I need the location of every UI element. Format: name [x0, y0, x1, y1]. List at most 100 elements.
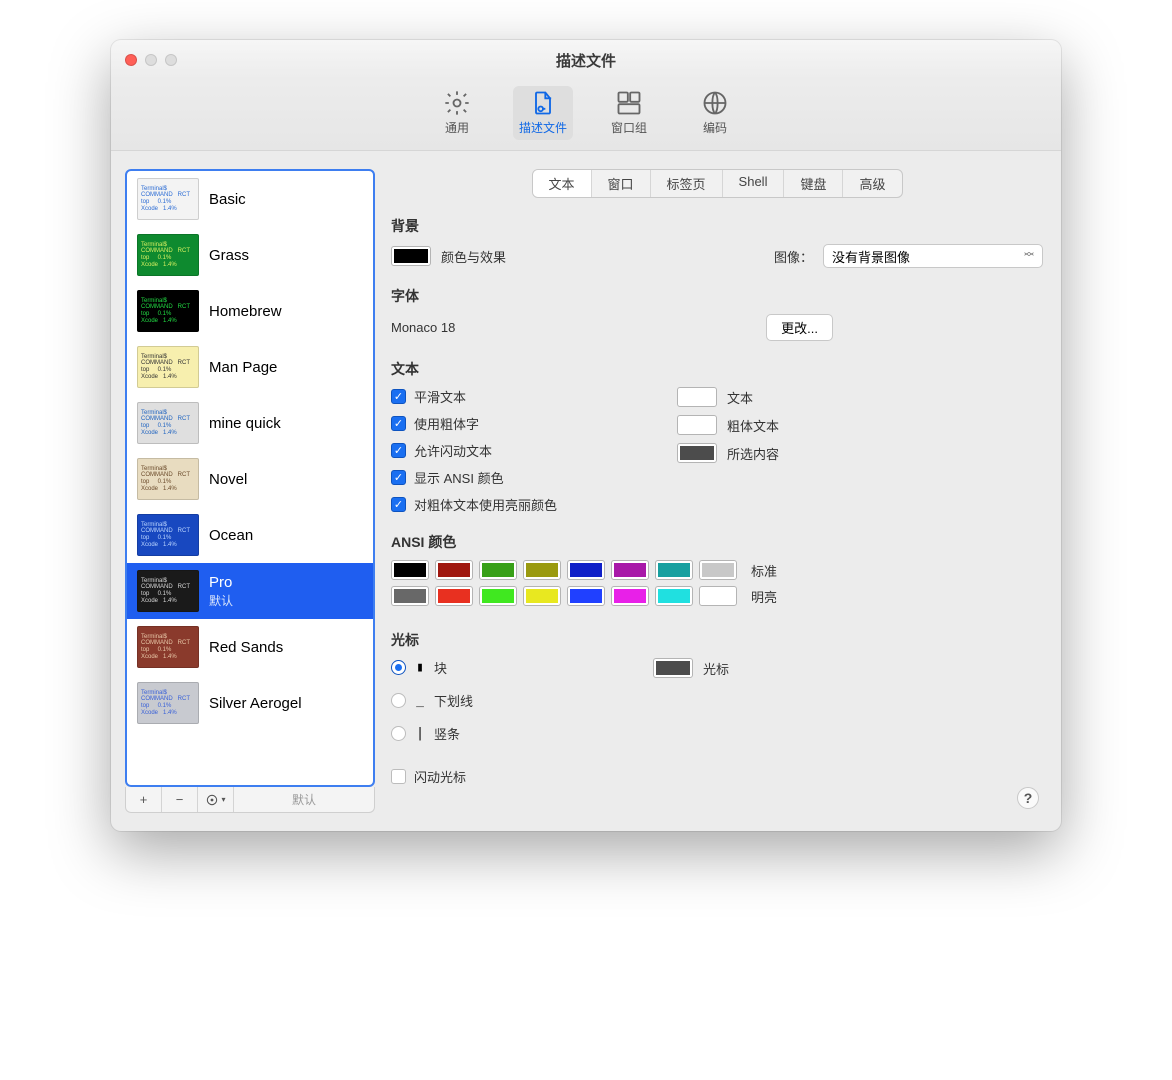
titlebar: 描述文件	[111, 40, 1061, 80]
profile-row[interactable]: Terminal$COMMAND RCTtop 0.1%Xcode 1.4%Oc…	[127, 507, 373, 563]
blink-cursor-checkbox[interactable]: 闪动光标	[391, 767, 473, 786]
checkbox-label: 闪动光标	[414, 767, 466, 786]
ansi-row-label: 明亮	[751, 587, 777, 606]
radio-label: 块	[434, 658, 447, 677]
profile-row[interactable]: Terminal$COMMAND RCTtop 0.1%Xcode 1.4%mi…	[127, 395, 373, 451]
text-color-well[interactable]	[677, 387, 717, 407]
section-title: 光标	[391, 630, 1043, 650]
profile-row[interactable]: Terminal$COMMAND RCTtop 0.1%Xcode 1.4%Ma…	[127, 339, 373, 395]
section-title: 字体	[391, 286, 1043, 306]
subtab[interactable]: 窗口	[592, 170, 651, 197]
subtab[interactable]: 高级	[843, 170, 901, 197]
radio-button[interactable]	[391, 693, 406, 708]
profile-list[interactable]: Terminal$COMMAND RCTtop 0.1%Xcode 1.4%Ba…	[125, 169, 375, 787]
ansi-color-well[interactable]	[391, 586, 429, 606]
checkbox-row[interactable]: ✓使用粗体字	[391, 414, 557, 433]
ansi-bright-row: 明亮	[391, 586, 1043, 606]
background-image-popup[interactable]: 没有背景图像 ︿﹀	[823, 244, 1043, 268]
subtab[interactable]: 文本	[533, 170, 592, 197]
profile-row[interactable]: Terminal$COMMAND RCTtop 0.1%Xcode 1.4%Ba…	[127, 171, 373, 227]
ansi-color-well[interactable]	[655, 586, 693, 606]
profile-row[interactable]: Terminal$COMMAND RCTtop 0.1%Xcode 1.4%Pr…	[127, 563, 373, 619]
checkbox-label: 对粗体文本使用亮丽颜色	[414, 495, 557, 514]
subtab[interactable]: 标签页	[651, 170, 723, 197]
cursor-glyph: _	[414, 693, 426, 708]
radio-button[interactable]	[391, 660, 406, 675]
background-color-well[interactable]	[391, 246, 431, 266]
checkbox[interactable]: ✓	[391, 416, 406, 431]
remove-profile-button[interactable]: −	[162, 787, 198, 812]
profile-row[interactable]: Terminal$COMMAND RCTtop 0.1%Xcode 1.4%Si…	[127, 675, 373, 731]
checkbox-row[interactable]: ✓ 显示 ANSI 颜色	[391, 468, 557, 487]
cursor-options: ▮块_下划线|竖条闪动光标	[391, 658, 473, 786]
cursor-glyph: ▮	[414, 660, 426, 675]
section-text: 文本 ✓平滑文本✓使用粗体字✓允许闪动文本✓显示 ANSI 颜色✓对粗体文本使用…	[391, 359, 1043, 514]
checkbox-row[interactable]: ✓允许闪动文本	[391, 441, 557, 460]
selection-color-well[interactable]	[677, 443, 717, 463]
toolbar-profiles[interactable]: 描述文件	[513, 86, 573, 140]
ansi-color-well[interactable]	[435, 560, 473, 580]
section-background: 背景 颜色与效果 图像： 没有背景图像 ︿﹀	[391, 216, 1043, 268]
bold-text-color-well[interactable]	[677, 415, 717, 435]
toolbar-encodings[interactable]: 编码	[685, 86, 745, 140]
radio-label: 竖条	[434, 724, 460, 743]
checkbox[interactable]: ✓	[391, 443, 406, 458]
profile-name: Pro	[209, 574, 233, 591]
profiles-sidebar: Terminal$COMMAND RCTtop 0.1%Xcode 1.4%Ba…	[125, 169, 375, 813]
subtab[interactable]: Shell	[723, 170, 785, 197]
ansi-color-well[interactable]	[523, 586, 561, 606]
ansi-color-well[interactable]	[699, 560, 737, 580]
sidebar-toolbar: + − ▾ 默认	[125, 787, 375, 813]
checkbox-row[interactable]: ✓平滑文本	[391, 387, 557, 406]
radio-button[interactable]	[391, 726, 406, 741]
profile-thumbnail: Terminal$COMMAND RCTtop 0.1%Xcode 1.4%	[137, 458, 199, 500]
checkbox[interactable]: ✓	[391, 389, 406, 404]
section-title: ANSI 颜色	[391, 532, 1043, 552]
text-color-wells: 文本 粗体文本 所选内容	[677, 387, 779, 514]
ansi-color-well[interactable]	[567, 586, 605, 606]
ansi-color-well[interactable]	[479, 560, 517, 580]
radio-label: 下划线	[434, 691, 473, 710]
profile-actions-button[interactable]: ▾	[198, 787, 234, 812]
toolbar-label: 编码	[703, 119, 727, 136]
window-title: 描述文件	[111, 50, 1061, 71]
ansi-color-well[interactable]	[523, 560, 561, 580]
ansi-color-well[interactable]	[567, 560, 605, 580]
profile-row[interactable]: Terminal$COMMAND RCTtop 0.1%Xcode 1.4%Ho…	[127, 283, 373, 339]
ansi-color-well[interactable]	[391, 560, 429, 580]
cursor-shape-radio[interactable]: _ 下划线	[391, 691, 473, 710]
ansi-color-well[interactable]	[655, 560, 693, 580]
profile-row[interactable]: Terminal$COMMAND RCTtop 0.1%Xcode 1.4%Gr…	[127, 227, 373, 283]
cursor-color-label: 光标	[703, 659, 729, 678]
profile-name: mine quick	[209, 415, 281, 432]
profile-thumbnail: Terminal$COMMAND RCTtop 0.1%Xcode 1.4%	[137, 682, 199, 724]
ansi-color-well[interactable]	[699, 586, 737, 606]
set-default-button[interactable]: 默认	[234, 787, 374, 812]
cursor-shape-radio[interactable]: ▮块	[391, 658, 473, 677]
ansi-color-well[interactable]	[435, 586, 473, 606]
ansi-color-well[interactable]	[611, 586, 649, 606]
checkbox[interactable]	[391, 769, 406, 784]
help-button[interactable]: ?	[1017, 787, 1039, 809]
toolbar-window-groups[interactable]: 窗口组	[599, 86, 659, 140]
checkbox-row[interactable]: ✓ 对粗体文本使用亮丽颜色	[391, 495, 557, 514]
profile-name: Man Page	[209, 359, 277, 376]
ansi-color-well[interactable]	[611, 560, 649, 580]
cursor-color-well[interactable]	[653, 658, 693, 678]
toolbar-general[interactable]: 通用	[427, 86, 487, 140]
toolbar-label: 通用	[445, 119, 469, 136]
preferences-window: 描述文件 通用 描述文件 窗口组 编码	[111, 40, 1061, 831]
checkbox-label: 显示 ANSI 颜色	[414, 468, 504, 487]
subtab[interactable]: 键盘	[784, 170, 843, 197]
profile-row[interactable]: Terminal$COMMAND RCTtop 0.1%Xcode 1.4%Re…	[127, 619, 373, 675]
text-checkboxes: ✓平滑文本✓使用粗体字✓允许闪动文本✓显示 ANSI 颜色✓对粗体文本使用亮丽颜…	[391, 387, 557, 514]
profile-row[interactable]: Terminal$COMMAND RCTtop 0.1%Xcode 1.4% No…	[127, 451, 373, 507]
checkbox[interactable]: ✓	[391, 497, 406, 512]
checkbox[interactable]: ✓	[391, 470, 406, 485]
cursor-shape-radio[interactable]: |竖条	[391, 724, 473, 743]
change-font-button[interactable]: 更改...	[766, 314, 833, 341]
add-profile-button[interactable]: +	[126, 787, 162, 812]
gear-icon	[443, 90, 471, 116]
ansi-color-well[interactable]	[479, 586, 517, 606]
profile-name: Novel	[209, 471, 247, 488]
